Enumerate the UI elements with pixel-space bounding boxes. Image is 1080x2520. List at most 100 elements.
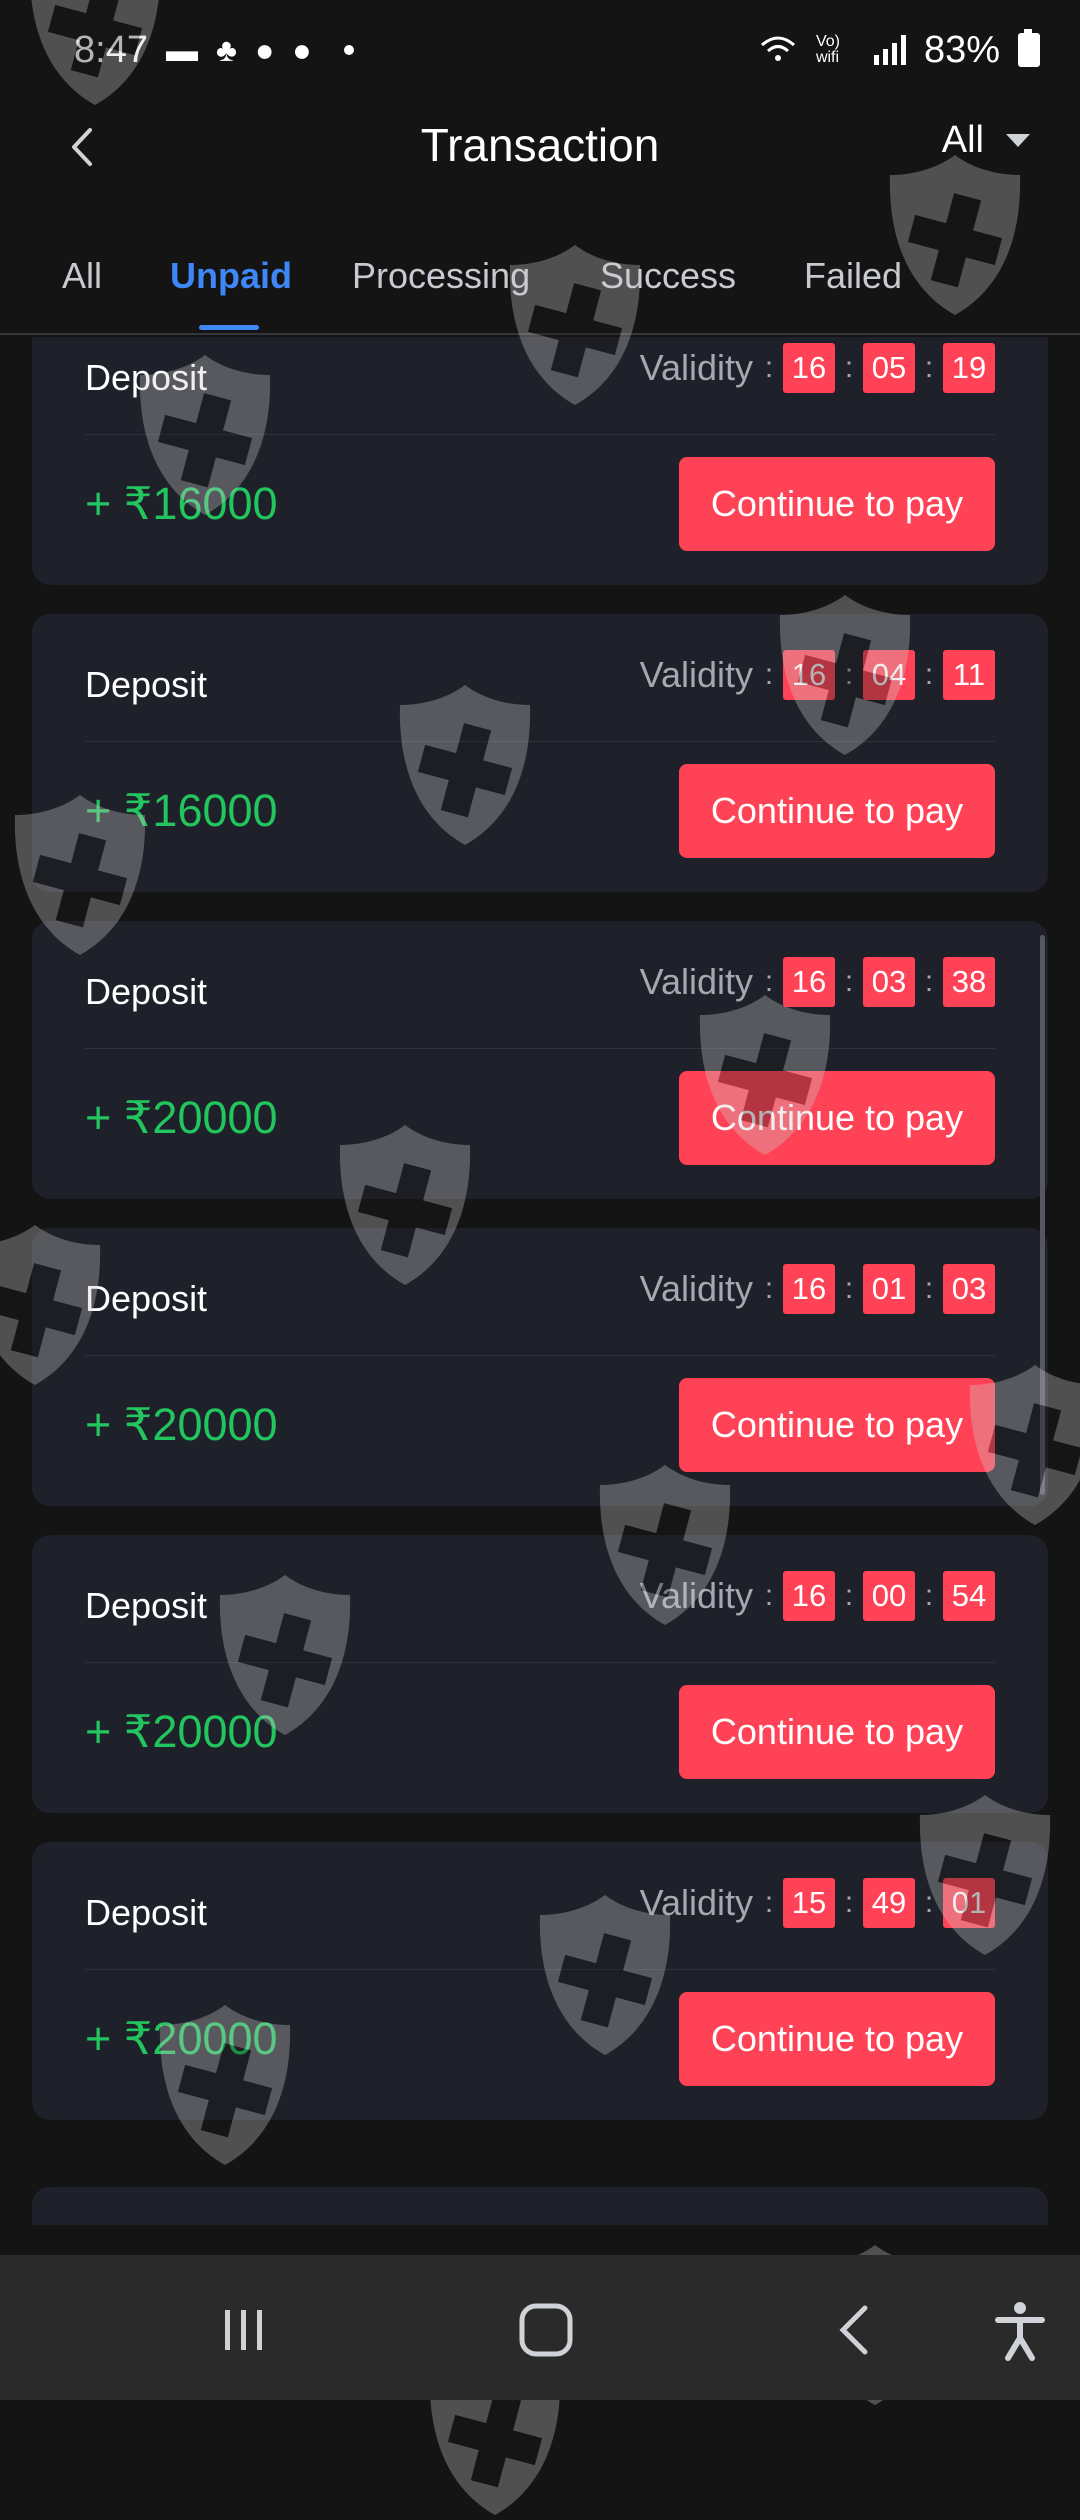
back-button[interactable]	[52, 117, 112, 177]
validity-label: Validity	[639, 1882, 753, 1923]
countdown-seconds: 01	[943, 1878, 995, 1928]
back-arrow-icon	[839, 2305, 868, 2355]
filter-dropdown[interactable]: All	[942, 119, 1030, 162]
accessibility-button[interactable]	[985, 2295, 1055, 2365]
countdown-colon: :	[844, 1886, 854, 1919]
countdown-colon: :	[844, 351, 854, 384]
transaction-card: Deposit Validity:16:03:38 + ₹20000 Continue…	[32, 921, 1048, 1199]
countdown-minutes: 05	[863, 343, 915, 393]
continue-to-pay-button[interactable]: Continue to pay	[679, 1378, 995, 1472]
countdown-seconds: 03	[943, 1264, 995, 1314]
home-button[interactable]	[511, 2295, 581, 2365]
countdown-seconds: 11	[943, 650, 995, 700]
transaction-type: Deposit	[85, 1278, 208, 1319]
card-divider	[85, 1662, 995, 1663]
validity-colon: :	[764, 1272, 774, 1305]
card-divider	[85, 1048, 995, 1049]
validity-countdown: Validity:16:04:11	[640, 650, 995, 700]
countdown-colon: :	[924, 965, 934, 998]
countdown-minutes: 49	[863, 1878, 915, 1928]
continue-to-pay-button[interactable]: Continue to pay	[679, 457, 995, 551]
filter-label: All	[941, 119, 984, 161]
validity-countdown: Validity:16:05:19	[640, 343, 995, 393]
validity-label: Validity	[639, 654, 753, 695]
countdown-seconds: 38	[943, 957, 995, 1007]
countdown-colon: :	[844, 1579, 854, 1612]
caret-down-icon	[1006, 134, 1030, 147]
page-title: Transaction	[420, 119, 660, 171]
validity-label: Validity	[639, 1575, 753, 1616]
list-scrollbar[interactable]	[1040, 935, 1045, 1495]
battery-percent: 83%	[923, 28, 1000, 71]
validity-label: Validity	[639, 961, 753, 1002]
transaction-amount: + ₹20000	[85, 1092, 278, 1143]
validity-countdown: Validity:16:03:38	[640, 957, 995, 1007]
transaction-list[interactable]: Deposit Validity:16:05:19 + ₹16000 Continue…	[0, 337, 1080, 2225]
home-icon	[519, 2303, 573, 2357]
battery-icon	[1018, 29, 1040, 67]
more-notifications-dot	[343, 45, 354, 55]
transaction-card: Deposit Validity:15:49:01 + ₹20000 Continue…	[32, 1842, 1048, 2120]
transaction-card: Deposit Validity:16:00:54 + ₹20000 Continue…	[32, 1535, 1048, 1813]
countdown-minutes: 04	[863, 650, 915, 700]
countdown-colon: :	[844, 1272, 854, 1305]
status-bar: 8:47 ▬ ♣ ● ● Vo) wifi 83%	[0, 0, 1080, 100]
countdown-seconds: 54	[943, 1571, 995, 1621]
message-icon: ▬	[165, 31, 198, 68]
system-back-button[interactable]	[820, 2295, 890, 2365]
continue-to-pay-button[interactable]: Continue to pay	[679, 764, 995, 858]
tab-processing[interactable]: Processing	[352, 255, 530, 297]
validity-countdown: Validity:16:00:54	[640, 1571, 995, 1621]
card-divider	[85, 1969, 995, 1970]
transaction-amount: + ₹20000	[85, 1399, 278, 1450]
validity-colon: :	[764, 1886, 774, 1919]
countdown-minutes: 01	[863, 1264, 915, 1314]
transaction-type: Deposit	[85, 971, 208, 1012]
network-label: Vo) wifi	[815, 33, 840, 66]
transaction-type: Deposit	[85, 664, 208, 705]
tab-success[interactable]: Success	[600, 255, 736, 297]
recent-apps-button[interactable]	[208, 2295, 278, 2365]
countdown-hours: 15	[783, 1878, 835, 1928]
countdown-seconds: 19	[943, 343, 995, 393]
transaction-type: Deposit	[85, 1585, 208, 1626]
validity-colon: :	[764, 1579, 774, 1612]
system-navigation-bar	[0, 2255, 1080, 2400]
validity-colon: :	[764, 351, 774, 384]
countdown-hours: 16	[783, 650, 835, 700]
continue-to-pay-button[interactable]: Continue to pay	[679, 1992, 995, 2086]
transaction-card: Deposit Validity:16:05:19 + ₹16000 Continue…	[32, 337, 1048, 585]
wifi-icon	[760, 36, 795, 61]
status-time: 8:47	[74, 28, 148, 71]
tab-all[interactable]: All	[62, 255, 102, 297]
countdown-colon: :	[924, 658, 934, 691]
signal-icon	[873, 35, 906, 65]
countdown-hours: 16	[783, 343, 835, 393]
validity-label: Validity	[639, 1268, 753, 1309]
countdown-minutes: 03	[863, 957, 915, 1007]
chat-bubble-icon: ●	[292, 31, 312, 68]
continue-to-pay-button[interactable]: Continue to pay	[679, 1071, 995, 1165]
back-arrow-icon	[72, 128, 92, 166]
countdown-hours: 16	[783, 957, 835, 1007]
countdown-colon: :	[844, 658, 854, 691]
recent-apps-icon	[225, 2310, 262, 2350]
tab-unpaid[interactable]: Unpaid	[170, 255, 292, 297]
transaction-type: Deposit	[85, 1892, 208, 1933]
countdown-minutes: 00	[863, 1571, 915, 1621]
tab-failed[interactable]: Failed	[804, 255, 902, 297]
transaction-card-partial	[32, 2187, 1048, 2225]
card-divider	[85, 1355, 995, 1356]
app-notification-icon: ♣	[215, 31, 237, 68]
transaction-amount: + ₹20000	[85, 1706, 278, 1757]
validity-label: Validity	[639, 347, 753, 388]
validity-countdown: Validity:15:49:01	[640, 1878, 995, 1928]
countdown-colon: :	[844, 965, 854, 998]
transaction-amount: + ₹16000	[85, 478, 278, 529]
active-tab-indicator	[199, 325, 259, 330]
transaction-amount: + ₹20000	[85, 2013, 278, 2064]
continue-to-pay-button[interactable]: Continue to pay	[679, 1685, 995, 1779]
app-header: Transaction All	[0, 95, 1080, 195]
accessibility-icon	[995, 2302, 1045, 2361]
transaction-type: Deposit	[85, 357, 208, 398]
